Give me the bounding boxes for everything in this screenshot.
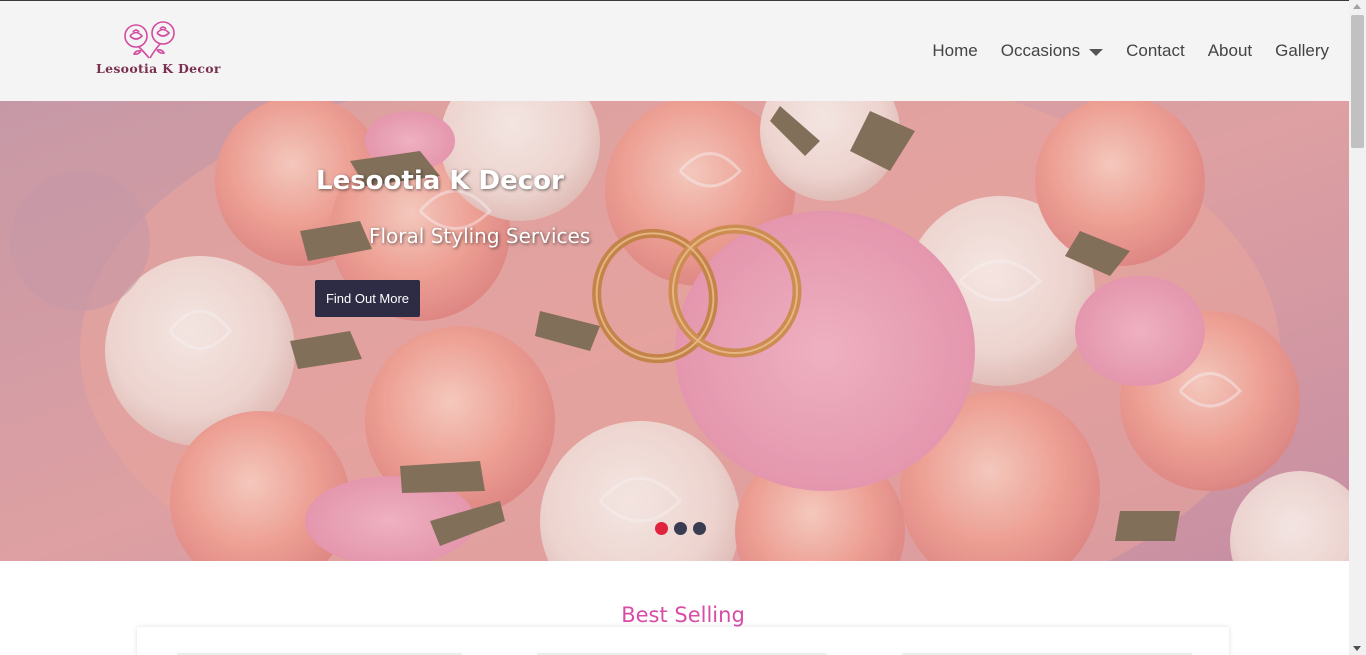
best-selling-panel	[137, 627, 1229, 655]
roses-icon	[124, 21, 175, 59]
nav-occasions-dropdown[interactable]: Occasions	[1000, 41, 1104, 61]
site-header: Lesootia K Decor Home Occasions Contact …	[0, 0, 1349, 101]
nav-about[interactable]: About	[1208, 41, 1252, 61]
nav-home[interactable]: Home	[932, 41, 977, 61]
nav-about-label: About	[1207, 41, 1253, 60]
find-out-more-button[interactable]: Find Out More	[315, 280, 420, 317]
scroll-down-icon[interactable]	[1353, 646, 1361, 651]
nav-contact[interactable]: Contact	[1126, 41, 1185, 61]
caret-down-icon	[1089, 48, 1104, 56]
brand-logo[interactable]: Lesootia K Decor	[94, 21, 221, 79]
best-selling-title: Best Selling	[621, 603, 745, 627]
hero-background-image	[0, 101, 1349, 561]
nav-contact-label: Contact	[1126, 41, 1185, 60]
carousel-indicators	[655, 522, 712, 535]
nav-gallery-label: Gallery	[1275, 41, 1329, 60]
hero-subtitle: Floral Styling Services	[369, 224, 591, 248]
page: Lesootia K Decor Home Occasions Contact …	[0, 0, 1349, 655]
page-scrollbar[interactable]	[1349, 0, 1366, 655]
nav-gallery[interactable]: Gallery	[1275, 41, 1329, 61]
main-nav: Home Occasions Contact About Gallery	[909, 41, 1329, 61]
carousel-dot-2[interactable]	[674, 522, 687, 535]
hero-carousel: Lesootia K Decor Floral Styling Services…	[0, 101, 1349, 561]
hero-title: Lesootia K Decor	[316, 166, 564, 196]
brand-name: Lesootia K Decor	[96, 61, 221, 76]
nav-home-label: Home	[932, 41, 978, 60]
scrollbar-thumb[interactable]	[1351, 15, 1364, 148]
nav-occasions-label: Occasions	[1000, 41, 1081, 60]
scroll-up-icon[interactable]	[1353, 4, 1361, 9]
carousel-dot-1[interactable]	[655, 522, 668, 535]
carousel-dot-3[interactable]	[693, 522, 706, 535]
